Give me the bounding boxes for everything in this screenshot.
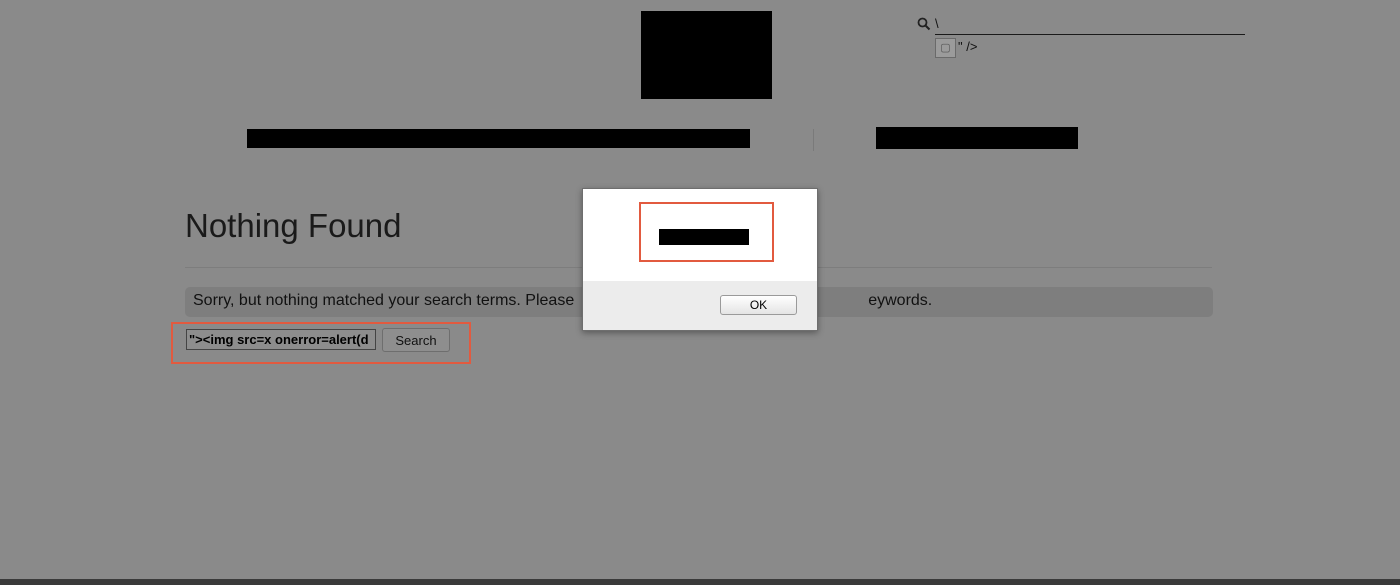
- search-prefix-text: \: [935, 16, 939, 31]
- injected-tail-text: " />: [958, 39, 978, 54]
- search-input[interactable]: [186, 329, 376, 350]
- page-title: Nothing Found: [185, 207, 402, 244]
- ok-button[interactable]: OK: [720, 295, 797, 315]
- search-button[interactable]: Search: [382, 328, 450, 352]
- message-text-right: eywords.: [868, 292, 933, 309]
- message-text-left: Sorry, but nothing matched your search t…: [193, 292, 575, 309]
- nav-divider: [813, 129, 814, 151]
- logo-redacted: [641, 11, 772, 99]
- nav-secondary-redacted[interactable]: [876, 127, 1078, 149]
- bottom-bar: [0, 579, 1400, 585]
- header-search-underline: [935, 34, 1245, 35]
- nav-menu-redacted[interactable]: [247, 129, 750, 148]
- alert-message-redacted: [659, 229, 749, 245]
- alert-dialog: OK: [582, 188, 818, 331]
- search-icon[interactable]: [917, 17, 931, 31]
- broken-image-icon: ▢: [935, 38, 956, 58]
